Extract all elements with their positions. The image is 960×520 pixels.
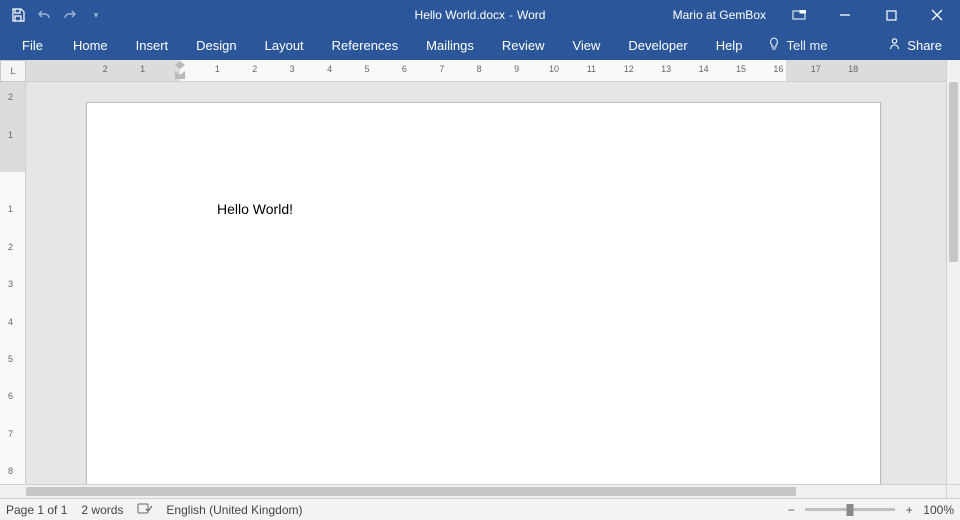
tab-file-label: File: [22, 38, 43, 53]
tell-me-search[interactable]: Tell me: [756, 30, 839, 60]
tab-label: Mailings: [426, 38, 474, 53]
undo-icon[interactable]: [34, 5, 54, 25]
tab-label: Insert: [136, 38, 169, 53]
maximize-icon[interactable]: [868, 0, 914, 30]
proofing-icon[interactable]: [137, 502, 152, 518]
quick-access-toolbar: ▾: [0, 5, 106, 25]
zoom-slider-knob[interactable]: [847, 504, 854, 516]
title-bar: ▾ Hello World.docx - Word Mario at GemBo…: [0, 0, 960, 30]
zoom-in-button[interactable]: +: [903, 503, 915, 517]
ribbon-tabs: File Home Insert Design Layout Reference…: [0, 30, 960, 60]
vertical-scrollbar[interactable]: [946, 60, 960, 484]
vertical-ruler[interactable]: 2112345678: [0, 82, 26, 484]
tab-help[interactable]: Help: [702, 30, 757, 60]
status-bar: Page 1 of 1 2 words English (United King…: [0, 498, 960, 520]
horizontal-scrollbar[interactable]: [0, 484, 946, 498]
status-word-count[interactable]: 2 words: [81, 503, 123, 517]
ruler-ticks: 21123456789101112131415161718: [26, 60, 946, 81]
share-icon: [888, 37, 901, 53]
title-sep: -: [509, 8, 513, 22]
tab-label: Developer: [628, 38, 687, 53]
scroll-corner: [946, 484, 960, 498]
redo-icon[interactable]: [60, 5, 80, 25]
document-body-text[interactable]: Hello World!: [217, 201, 293, 217]
tab-label: Design: [196, 38, 236, 53]
tell-me-label: Tell me: [786, 38, 827, 53]
zoom-out-button[interactable]: −: [785, 503, 797, 517]
zoom-control: − + 100%: [785, 503, 954, 517]
status-page[interactable]: Page 1 of 1: [6, 503, 67, 517]
ribbon-display-options-icon[interactable]: [776, 0, 822, 30]
tab-stop-label: L: [10, 66, 15, 76]
share-button[interactable]: Share: [888, 30, 954, 60]
zoom-slider[interactable]: [805, 508, 895, 511]
tab-label: Review: [502, 38, 545, 53]
tab-layout[interactable]: Layout: [251, 30, 318, 60]
window-title: Hello World.docx - Word: [415, 8, 546, 22]
status-language[interactable]: English (United Kingdom): [166, 503, 302, 517]
tab-label: Help: [716, 38, 743, 53]
scrollbar-thumb[interactable]: [949, 82, 958, 262]
share-label: Share: [907, 38, 942, 53]
document-canvas[interactable]: Hello World!: [26, 82, 946, 484]
tab-references[interactable]: References: [318, 30, 412, 60]
minimize-icon[interactable]: [822, 0, 868, 30]
tab-design[interactable]: Design: [182, 30, 250, 60]
tab-stop-selector[interactable]: L: [0, 60, 26, 82]
tab-developer[interactable]: Developer: [614, 30, 701, 60]
tab-label: View: [572, 38, 600, 53]
horizontal-ruler[interactable]: 21123456789101112131415161718: [26, 60, 946, 82]
user-label[interactable]: Mario at GemBox: [663, 8, 776, 22]
page[interactable]: Hello World!: [86, 102, 881, 484]
tab-file[interactable]: File: [6, 30, 59, 60]
tab-label: References: [332, 38, 398, 53]
close-icon[interactable]: [914, 0, 960, 30]
tab-home[interactable]: Home: [59, 30, 122, 60]
scrollbar-thumb[interactable]: [26, 487, 796, 496]
tab-mailings[interactable]: Mailings: [412, 30, 488, 60]
lightbulb-icon: [768, 37, 780, 54]
qat-customize-icon[interactable]: ▾: [86, 5, 106, 25]
document-name: Hello World.docx: [415, 8, 505, 22]
save-icon[interactable]: [8, 5, 28, 25]
tab-label: Layout: [265, 38, 304, 53]
workspace: L 21123456789101112131415161718 21123456…: [0, 60, 960, 498]
tab-view[interactable]: View: [558, 30, 614, 60]
tab-review[interactable]: Review: [488, 30, 559, 60]
app-name: Word: [517, 8, 545, 22]
tab-insert[interactable]: Insert: [122, 30, 183, 60]
zoom-level[interactable]: 100%: [923, 503, 954, 517]
title-right: Mario at GemBox: [663, 0, 960, 30]
tab-label: Home: [73, 38, 108, 53]
